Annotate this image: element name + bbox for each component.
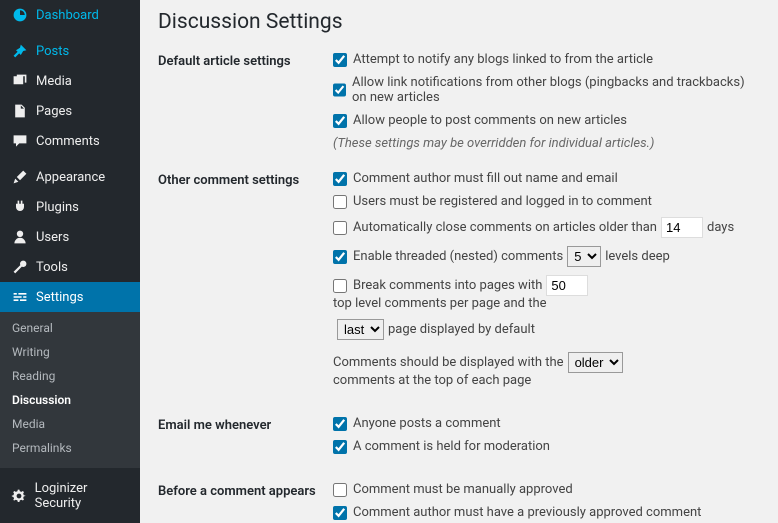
page-icon <box>10 103 30 119</box>
other-require-name-checkbox[interactable] <box>333 172 347 186</box>
sidebar-item-appearance[interactable]: Appearance <box>0 162 140 192</box>
other-autoclose-checkbox[interactable] <box>333 221 347 235</box>
submenu-general[interactable]: General <box>0 316 140 340</box>
before-prev-approved-checkbox[interactable] <box>333 506 347 520</box>
other-paginate-label[interactable]: Break comments into pages with <box>333 278 542 293</box>
page-title: Discussion Settings <box>158 10 760 34</box>
sidebar-item-dashboard[interactable]: Dashboard <box>0 0 140 30</box>
sidebar-item-loginizer[interactable]: Loginizer Security <box>0 474 140 518</box>
brush-icon <box>10 169 30 185</box>
sidebar-item-media[interactable]: Media <box>0 66 140 96</box>
other-paginate-checkbox[interactable] <box>333 279 347 293</box>
section-default-article-label: Default article settings <box>158 52 333 69</box>
sidebar-item-users[interactable]: Users <box>0 222 140 252</box>
default-pingback-label[interactable]: Allow link notifications from other blog… <box>333 75 760 105</box>
default-pingback-checkbox[interactable] <box>333 83 346 97</box>
submenu-writing[interactable]: Writing <box>0 340 140 364</box>
submenu-reading[interactable]: Reading <box>0 364 140 388</box>
settings-submenu: General Writing Reading Discussion Media… <box>0 312 140 468</box>
default-comments-checkbox[interactable] <box>333 114 347 128</box>
other-order-prefix: Comments should be displayed with the <box>333 355 564 370</box>
other-paginate-count-input[interactable] <box>546 275 588 296</box>
other-autoclose-label[interactable]: Automatically close comments on articles… <box>333 220 657 235</box>
other-registered-checkbox[interactable] <box>333 195 347 209</box>
sidebar-item-label: Plugins <box>36 200 79 215</box>
sidebar-item-label: Pages <box>36 104 72 119</box>
other-paginate-suffix2: page displayed by default <box>388 322 535 337</box>
default-article-note: (These settings may be overridden for in… <box>333 136 760 151</box>
submenu-permalinks[interactable]: Permalinks <box>0 436 140 460</box>
sidebar-item-tools[interactable]: Tools <box>0 252 140 282</box>
user-icon <box>10 229 30 245</box>
pin-icon <box>10 43 30 59</box>
other-order-suffix: comments at the top of each page <box>333 373 531 388</box>
other-require-name-label[interactable]: Comment author must fill out name and em… <box>333 171 618 186</box>
email-moderation-checkbox[interactable] <box>333 440 347 454</box>
submenu-media[interactable]: Media <box>0 412 140 436</box>
other-order-select[interactable]: older <box>568 352 623 373</box>
sidebar-item-settings[interactable]: Settings <box>0 282 140 312</box>
default-notify-checkbox[interactable] <box>333 53 347 67</box>
sidebar-item-label: Dashboard <box>36 8 99 23</box>
sidebar-item-label: Loginizer Security <box>35 481 130 511</box>
email-anyone-label[interactable]: Anyone posts a comment <box>333 416 501 431</box>
email-moderation-label[interactable]: A comment is held for moderation <box>333 439 550 454</box>
media-icon <box>10 73 30 89</box>
default-notify-label[interactable]: Attempt to notify any blogs linked to fr… <box>333 52 653 67</box>
before-manual-checkbox[interactable] <box>333 483 347 497</box>
before-manual-label[interactable]: Comment must be manually approved <box>333 482 573 497</box>
other-paginate-suffix1: top level comments per page and the <box>333 296 547 311</box>
other-threaded-checkbox[interactable] <box>333 250 347 264</box>
sidebar-item-plugins[interactable]: Plugins <box>0 192 140 222</box>
other-registered-label[interactable]: Users must be registered and logged in t… <box>333 194 652 209</box>
other-threaded-label[interactable]: Enable threaded (nested) comments <box>333 249 563 264</box>
sidebar-item-label: Settings <box>36 290 83 305</box>
before-prev-approved-label[interactable]: Comment author must have a previously ap… <box>333 505 701 520</box>
sidebar: Dashboard Posts Media Pages Comments App… <box>0 0 140 523</box>
plug-icon <box>10 199 30 215</box>
sidebar-item-label: Users <box>36 230 69 245</box>
sidebar-item-label: Comments <box>36 134 100 149</box>
main-content: Discussion Settings Default article sett… <box>140 0 778 523</box>
sidebar-item-label: Media <box>36 74 72 89</box>
section-before-label: Before a comment appears <box>158 482 333 499</box>
dashboard-icon <box>10 7 30 23</box>
sidebar-item-label: Posts <box>36 44 69 59</box>
sidebar-item-label: Tools <box>36 260 68 275</box>
other-threaded-suffix: levels deep <box>605 249 670 264</box>
sidebar-item-posts[interactable]: Posts <box>0 36 140 66</box>
other-threaded-levels-select[interactable]: 5 <box>567 246 601 267</box>
section-other-label: Other comment settings <box>158 171 333 188</box>
comment-icon <box>10 133 30 149</box>
sidebar-item-pages[interactable]: Pages <box>0 96 140 126</box>
sidebar-item-comments[interactable]: Comments <box>0 126 140 156</box>
collapse-menu[interactable]: Collapse menu <box>0 518 140 523</box>
email-anyone-checkbox[interactable] <box>333 417 347 431</box>
wrench-icon <box>10 259 30 275</box>
sidebar-item-label: Appearance <box>36 170 105 185</box>
other-autoclose-days-input[interactable] <box>661 217 703 238</box>
sliders-icon <box>10 289 30 305</box>
other-autoclose-days-label: days <box>707 220 734 235</box>
section-email-label: Email me whenever <box>158 416 333 433</box>
other-paginate-page-select[interactable]: last <box>337 319 384 340</box>
submenu-discussion[interactable]: Discussion <box>0 388 140 412</box>
default-comments-label[interactable]: Allow people to post comments on new art… <box>333 113 627 128</box>
gear-icon <box>10 488 29 504</box>
